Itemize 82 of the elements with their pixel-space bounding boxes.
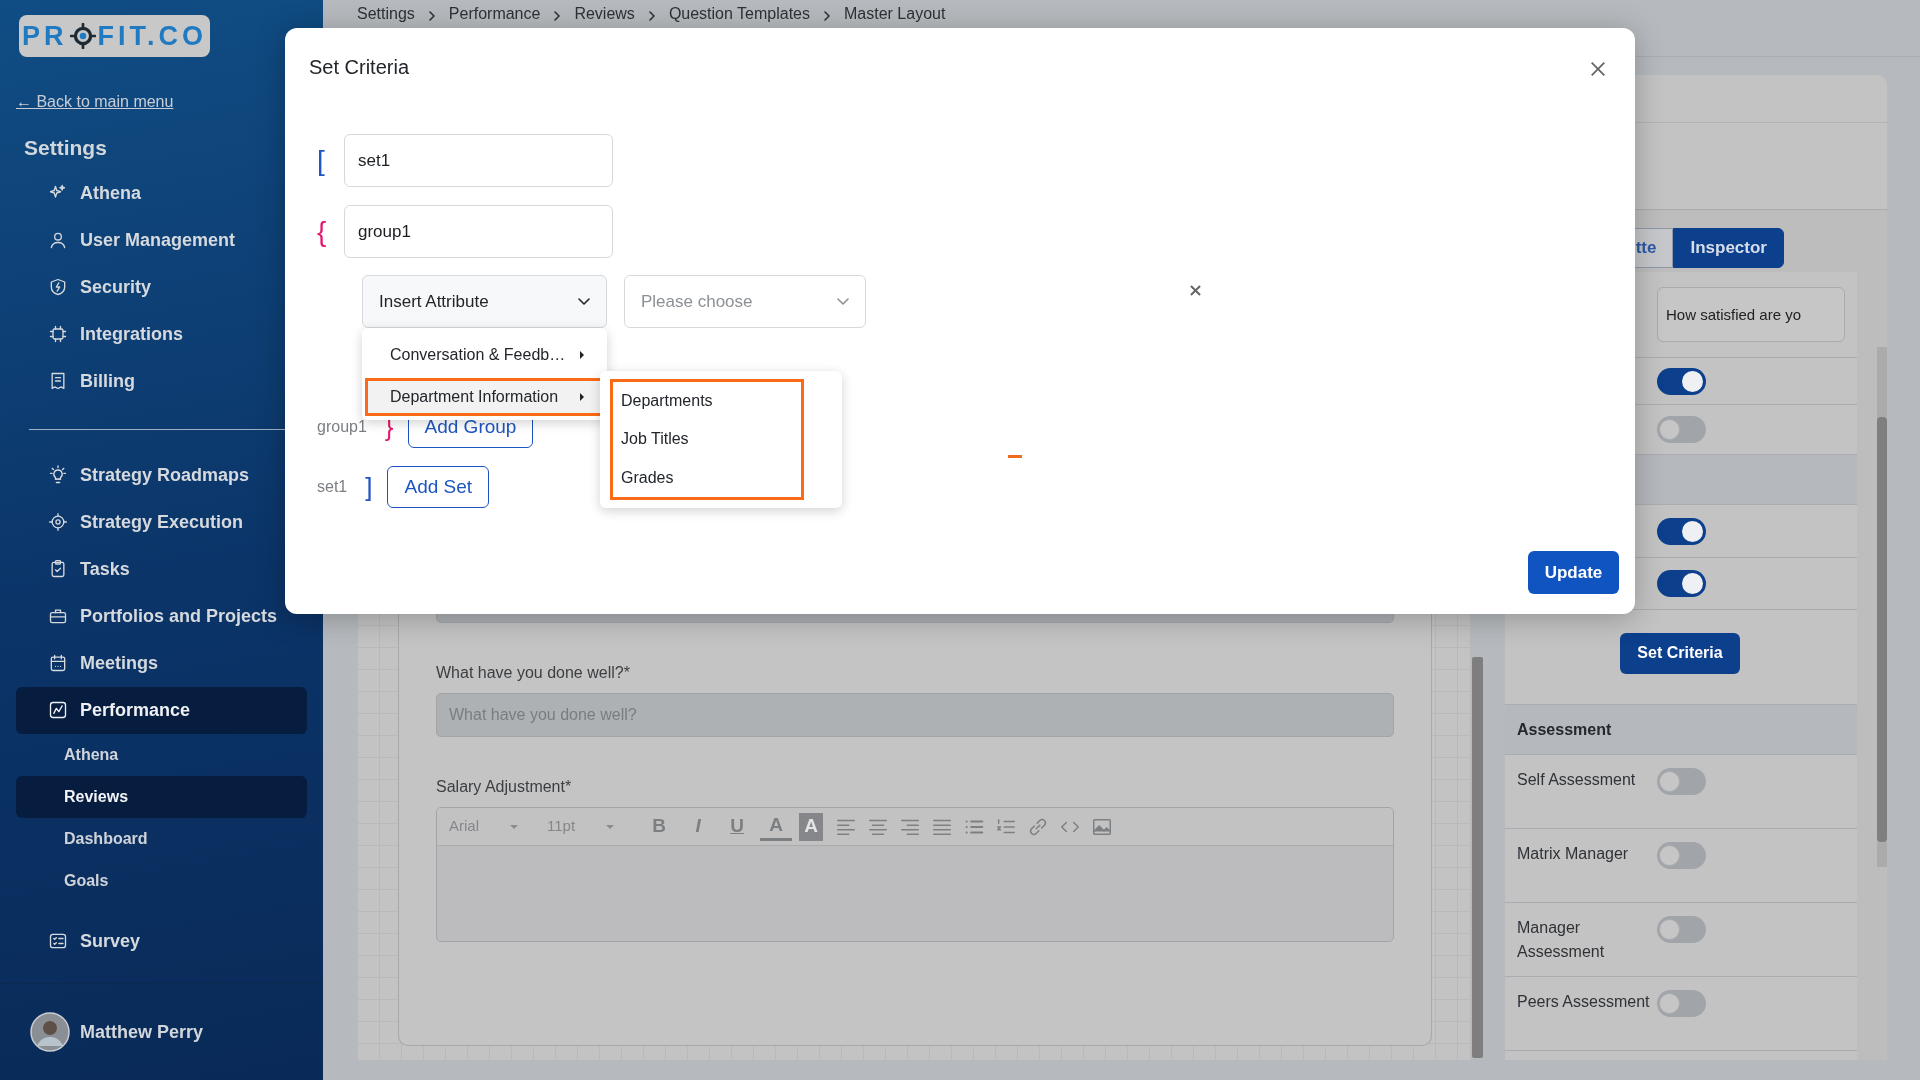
chevron-right-icon [552, 11, 563, 21]
toggle-switch[interactable] [1657, 367, 1706, 395]
group-name-field[interactable]: group1 [344, 205, 613, 258]
sidebar-subitem[interactable]: Dashboard [16, 817, 307, 860]
sidebar-item[interactable]: Tasks [16, 545, 307, 593]
toggle-switch[interactable] [1657, 416, 1706, 443]
sidebar-item[interactable]: Strategy Execution [16, 498, 307, 546]
toggle-label: Matrix Manager [1517, 844, 1630, 864]
breadcrumb-link[interactable]: Reviews [574, 4, 635, 24]
toggle-label: Peers Assessment [1517, 992, 1651, 1012]
set-criteria-button[interactable]: Set Criteria [1620, 632, 1740, 674]
bracket-mark: ] [365, 470, 373, 504]
attribute-select[interactable]: Insert Attribute [362, 275, 607, 328]
field-label: What have you done well?* [436, 663, 631, 683]
toggle-label: Manager Assessment [1517, 918, 1606, 962]
sidebar-item[interactable]: Security [16, 263, 307, 311]
sidebar-item[interactable]: Portfolios and Projects [16, 592, 307, 640]
sidebar-item[interactable]: Strategy Roadmaps [16, 451, 307, 499]
close-icon [1589, 59, 1607, 78]
target-icon [69, 23, 96, 49]
bracket-mark: [ [317, 146, 326, 175]
avatar [30, 1012, 70, 1052]
caret-right-icon [579, 392, 585, 402]
sidebar-item[interactable]: Billing [16, 357, 307, 405]
toggle-switch[interactable] [1657, 916, 1706, 943]
scrollbar-thumb[interactable] [1877, 417, 1887, 842]
add-set-button[interactable]: Add Set [387, 466, 490, 508]
chevron-right-icon [646, 11, 657, 21]
bulb-icon [48, 465, 68, 485]
bracket-mark: { [317, 217, 328, 246]
modal-title: Set Criteria [309, 55, 410, 80]
close-icon [1190, 285, 1201, 296]
chevron-right-icon [822, 11, 832, 21]
breadcrumb-link[interactable]: Question Templates [668, 4, 810, 24]
breadcrumb-link[interactable]: Settings [357, 4, 415, 24]
set-name-field[interactable]: set1 [344, 134, 613, 187]
breadcrumb-link[interactable]: Performance [448, 4, 541, 24]
submenu-item[interactable]: Departments [621, 387, 801, 416]
sidebar-item[interactable]: Integrations [16, 310, 307, 358]
sidebar-subitem[interactable]: Athena [16, 733, 307, 776]
chip-icon [48, 324, 68, 344]
caret-right-icon [579, 350, 585, 360]
menu-item[interactable]: Conversation & Feedb… [365, 336, 604, 374]
caret-icon [605, 823, 616, 830]
update-button[interactable]: Update [1528, 551, 1619, 594]
toggle-switch[interactable] [1657, 990, 1706, 1017]
logo-text: PR [22, 19, 68, 53]
toggle-label: Self Assessment [1517, 770, 1637, 790]
toggle-switch[interactable] [1657, 842, 1706, 869]
shield-icon [48, 277, 68, 297]
question-text-field[interactable]: How satisfied are yo [1657, 287, 1845, 342]
logo-text: FIT.CO [97, 19, 207, 53]
group-label: group1 [317, 417, 367, 437]
field-label: Salary Adjustment* [436, 777, 573, 797]
remove-button[interactable] [1190, 285, 1201, 296]
set-label: set1 [317, 477, 348, 497]
breadcrumb-link[interactable]: Master Layout [844, 4, 946, 24]
sidebar-item[interactable]: Performance [16, 686, 307, 734]
user-icon [48, 230, 68, 250]
scrollbar[interactable] [1472, 657, 1483, 1058]
dash-mark [1008, 455, 1022, 458]
sidebar-item[interactable]: Meetings [16, 639, 307, 687]
submenu-item[interactable]: Grades [621, 463, 801, 492]
sidebar-item[interactable]: User Management [16, 216, 307, 264]
user-name: Matthew Perry [80, 1020, 204, 1044]
toggle-switch[interactable] [1657, 570, 1706, 597]
sidebar-subitem[interactable]: Reviews [16, 775, 307, 818]
sidebar-item[interactable]: Survey [16, 917, 307, 965]
chevron-right-icon [426, 11, 437, 21]
toggle-switch[interactable] [1657, 768, 1706, 795]
back-link[interactable]: ← Back to main menu [16, 90, 174, 114]
caret-icon [509, 823, 519, 830]
panel-tab[interactable]: Inspector [1673, 228, 1784, 268]
toggle-switch[interactable] [1657, 517, 1706, 545]
checklist-icon [48, 931, 68, 951]
sidebar-subitem[interactable]: Goals [16, 859, 307, 902]
section-title: Assessment [1517, 719, 1612, 740]
sidebar-item[interactable]: Athena [16, 169, 307, 217]
submenu-item[interactable]: Job Titles [621, 425, 801, 454]
target-icon [48, 512, 68, 532]
section-heading: Settings [24, 135, 107, 161]
calendar-icon [48, 653, 68, 673]
